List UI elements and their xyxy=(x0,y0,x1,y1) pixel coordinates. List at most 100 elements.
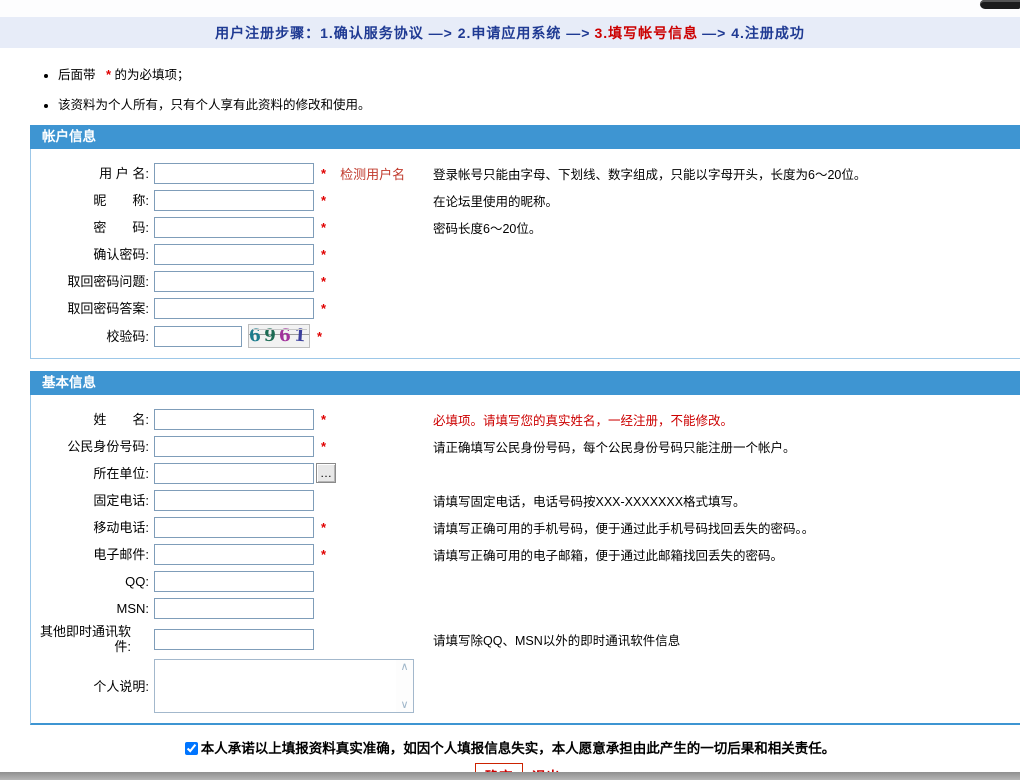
form-row-landline: 固定电话: 请填写固定电话，电话号码按XXX-XXXXXXX格式填写。 xyxy=(31,489,1020,511)
personal-description-box: ∧ ∨ xyxy=(154,659,414,713)
note-required-fields: 后面带 * 的为必填项； xyxy=(58,64,1020,83)
steps-suffix: —> 4.注册成功 xyxy=(702,24,805,41)
other-im-label: 其他即时通讯软件: xyxy=(39,624,131,654)
retrieve-question-input[interactable] xyxy=(154,270,314,292)
form-row-captcha: 校验码: 6961 * xyxy=(31,324,1020,348)
note-privacy: 该资料为个人所有，只有个人享有此资料的修改和使用。 xyxy=(58,94,1020,113)
captcha-label: 校验码: xyxy=(106,328,149,344)
form-row-organization: 所在单位: … xyxy=(31,462,1020,484)
captcha-digit-1: 6 xyxy=(248,325,265,347)
retrieve-answer-input[interactable] xyxy=(154,297,314,319)
captcha-digit-2: 9 xyxy=(263,325,280,347)
form-row-username: 用 户 名: * 检测用户名 登录帐号只能由字母、下划线、数字组成，只能以字母开… xyxy=(31,162,1020,184)
landline-help: 请填写固定电话，电话号码按XXX-XXXXXXX格式填写。 xyxy=(433,494,746,509)
id-number-required-star: * xyxy=(321,438,327,454)
id-number-input[interactable] xyxy=(154,435,314,457)
form-row-description: 个人说明: ∧ ∨ xyxy=(31,659,1020,713)
form-row-password: 密 码: * 密码长度6～20位。 xyxy=(31,216,1020,238)
organization-browse-button[interactable]: … xyxy=(316,463,336,483)
msn-input[interactable] xyxy=(154,597,314,619)
scroll-down-icon[interactable]: ∨ xyxy=(400,700,408,711)
captcha-input[interactable] xyxy=(154,325,242,347)
top-strip xyxy=(0,0,1020,17)
form-row-id-number: 公民身份号码: * 请正确填写公民身份号码，每个公民身份号码只能注册一个帐户。 xyxy=(31,435,1020,457)
form-row-retrieve-question: 取回密码问题: * xyxy=(31,270,1020,292)
account-info-panel: 帐户信息 用 户 名: * 检测用户名 登录帐号只能由字母、下划线、数字组成，只… xyxy=(30,125,1020,359)
registration-steps-bar: 用户注册步骤：1.确认服务协议 —> 2.申请应用系统 —> 3.填写帐号信息 … xyxy=(0,17,1020,48)
retrieve-answer-label: 取回密码答案: xyxy=(67,300,149,316)
real-name-help: 必填项。请填写您的真实姓名，一经注册，不能修改。 xyxy=(433,413,734,428)
agreement-checkbox[interactable] xyxy=(184,742,198,755)
bottom-bar xyxy=(0,772,1020,780)
confirm-password-required-star: * xyxy=(321,246,327,262)
password-help: 密码长度6～20位。 xyxy=(433,221,542,236)
other-im-input[interactable] xyxy=(154,628,314,650)
mobile-required-star: * xyxy=(321,519,327,535)
username-input[interactable] xyxy=(154,162,314,184)
basic-info-panel: 基本信息 姓 名: * 必填项。请填写您的真实姓名，一经注册，不能修改。 公民身… xyxy=(30,371,1020,725)
organization-input[interactable] xyxy=(154,462,314,484)
nickname-input[interactable] xyxy=(154,189,314,211)
username-label: 用 户 名: xyxy=(99,165,149,181)
msn-label: MSN: xyxy=(116,600,150,616)
landline-label: 固定电话: xyxy=(93,492,149,508)
check-username-link[interactable]: 检测用户名 xyxy=(340,164,405,183)
password-required-star: * xyxy=(321,219,327,235)
landline-input[interactable] xyxy=(154,489,314,511)
agreement-text: 本人承诺以上填报资料真实准确，如因个人填报信息失实，本人愿意承担由此产生的一切后… xyxy=(200,741,836,756)
mobile-label: 移动电话: xyxy=(93,519,149,535)
form-row-real-name: 姓 名: * 必填项。请填写您的真实姓名，一经注册，不能修改。 xyxy=(31,408,1020,430)
form-row-mobile: 移动电话: * 请填写正确可用的手机号码，便于通过此手机号码找回丢失的密码。。 xyxy=(31,516,1020,538)
form-row-confirm-password: 确认密码: * xyxy=(31,243,1020,265)
id-number-help: 请正确填写公民身份号码，每个公民身份号码只能注册一个帐户。 xyxy=(433,440,796,455)
email-input[interactable] xyxy=(154,543,314,565)
qq-input[interactable] xyxy=(154,570,314,592)
username-required-star: * xyxy=(321,165,327,181)
captcha-digit-3: 6 xyxy=(278,325,295,347)
password-label: 密 码: xyxy=(93,219,149,235)
confirm-password-input[interactable] xyxy=(154,243,314,265)
password-input[interactable] xyxy=(154,216,314,238)
email-required-star: * xyxy=(321,546,327,562)
nickname-help: 在论坛里使用的昵称。 xyxy=(433,194,559,209)
retrieve-question-label: 取回密码问题: xyxy=(67,273,149,289)
scroll-up-icon[interactable]: ∧ xyxy=(400,662,408,673)
note1-pre: 后面带 xyxy=(58,68,99,82)
nickname-label: 昵 称: xyxy=(93,192,149,208)
retrieve-answer-required-star: * xyxy=(321,300,327,316)
description-label: 个人说明: xyxy=(93,678,149,694)
username-help: 登录帐号只能由字母、下划线、数字组成，只能以字母开头，长度为6～20位。 xyxy=(433,167,867,182)
email-help: 请填写正确可用的电子邮箱，便于通过此邮箱找回丢失的密码。 xyxy=(433,548,784,563)
nickname-required-star: * xyxy=(321,192,327,208)
email-label: 电子邮件: xyxy=(93,546,149,562)
confirm-password-label: 确认密码: xyxy=(93,246,149,262)
captcha-required-star: * xyxy=(317,328,323,344)
note1-post: 的为必填项； xyxy=(111,68,190,82)
qq-label: QQ: xyxy=(125,573,149,589)
id-number-label: 公民身份号码: xyxy=(67,438,149,454)
real-name-input[interactable] xyxy=(154,408,314,430)
corner-graphic xyxy=(980,0,1020,9)
notes-list: 后面带 * 的为必填项； 该资料为个人所有，只有个人享有此资料的修改和使用。 xyxy=(58,64,1020,113)
captcha-image: 6961 xyxy=(248,324,310,348)
mobile-input[interactable] xyxy=(154,516,314,538)
basic-section-title: 基本信息 xyxy=(30,371,1020,395)
steps-current-step: 3.填写帐号信息 xyxy=(594,24,699,41)
organization-label: 所在单位: xyxy=(93,465,149,481)
real-name-label: 姓 名: xyxy=(93,411,149,427)
personal-description-textarea[interactable] xyxy=(155,660,396,712)
form-row-retrieve-answer: 取回密码答案: * xyxy=(31,297,1020,319)
steps-prefix: 用户注册步骤：1.确认服务协议 —> 2.申请应用系统 —> xyxy=(215,24,591,41)
account-section-body: 用 户 名: * 检测用户名 登录帐号只能由字母、下划线、数字组成，只能以字母开… xyxy=(30,149,1020,359)
textarea-scrollbar[interactable]: ∧ ∨ xyxy=(396,660,413,712)
basic-section-body: 姓 名: * 必填项。请填写您的真实姓名，一经注册，不能修改。 公民身份号码: … xyxy=(30,395,1020,725)
agreement-row: 本人承诺以上填报资料真实准确，如因个人填报信息失实，本人愿意承担由此产生的一切后… xyxy=(0,737,1020,757)
account-section-title: 帐户信息 xyxy=(30,125,1020,149)
form-row-nickname: 昵 称: * 在论坛里使用的昵称。 xyxy=(31,189,1020,211)
captcha-digit-4: 1 xyxy=(293,325,310,347)
real-name-required-star: * xyxy=(321,411,327,427)
form-row-other-im: 其他即时通讯软件: 请填写除QQ、MSN以外的即时通讯软件信息 xyxy=(31,624,1020,654)
form-row-email: 电子邮件: * 请填写正确可用的电子邮箱，便于通过此邮箱找回丢失的密码。 xyxy=(31,543,1020,565)
form-row-qq: QQ: xyxy=(31,570,1020,592)
mobile-help: 请填写正确可用的手机号码，便于通过此手机号码找回丢失的密码。。 xyxy=(433,521,815,536)
